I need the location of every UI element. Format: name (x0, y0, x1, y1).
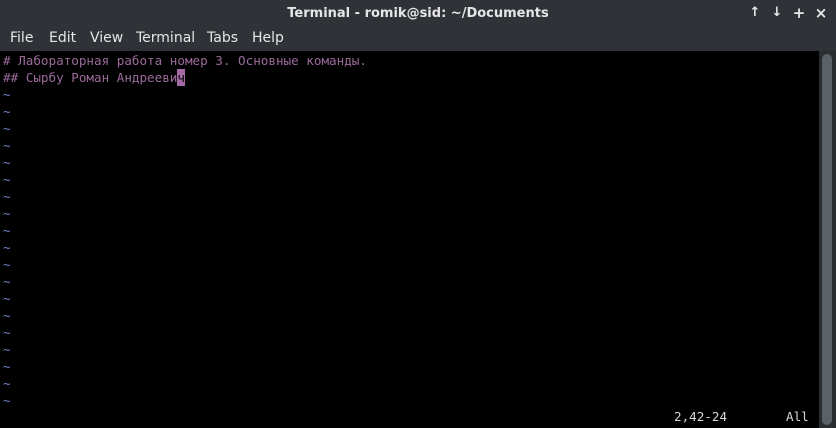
empty-line-marker: ~ (3, 138, 11, 153)
cursor-position: 2,42-24 (674, 409, 728, 424)
editor-line-1: # Лабораторная работа номер 3. Основные … (3, 52, 367, 69)
empty-line-marker: ~ (3, 121, 11, 136)
menu-terminal[interactable]: Terminal (136, 27, 195, 51)
empty-line-marker: ~ (3, 274, 11, 289)
empty-line-marker: ~ (3, 342, 11, 357)
menu-tabs[interactable]: Tabs (207, 27, 238, 51)
empty-line-marker: ~ (3, 308, 11, 323)
empty-line-marker: ~ (3, 155, 11, 170)
empty-line-marker: ~ (3, 206, 11, 221)
editor-line-1-text: # Лабораторная работа номер 3. Основные … (3, 53, 367, 68)
menu-view[interactable]: View (90, 27, 123, 51)
empty-line-marker: ~ (3, 291, 11, 306)
empty-line-marker: ~ (3, 87, 11, 102)
empty-line-marker: ~ (3, 359, 11, 374)
empty-line-marker: ~ (3, 393, 11, 408)
menu-bar: File Edit View Terminal Tabs Help (0, 27, 836, 51)
empty-line-marker: ~ (3, 325, 11, 340)
text-cursor: ч (177, 69, 185, 86)
empty-line-marker: ~ (3, 376, 11, 391)
arrow-down-icon[interactable]: ↓ (768, 4, 786, 22)
menu-edit[interactable]: Edit (49, 27, 76, 51)
window-title: Terminal - romik@sid: ~/Documents (287, 6, 549, 21)
scroll-indicator: All (786, 409, 809, 424)
empty-line-marker: ~ (3, 104, 11, 119)
menu-help[interactable]: Help (252, 27, 284, 51)
scrollbar-thumb[interactable] (822, 54, 832, 425)
empty-line-marker: ~ (3, 172, 11, 187)
title-bar[interactable]: Terminal - romik@sid: ~/Documents ↑ ↓ + … (0, 0, 836, 28)
empty-line-marker: ~ (3, 223, 11, 238)
editor-line-2: ## Сырбу Роман Андреевич (3, 69, 185, 86)
terminal-window: Terminal - romik@sid: ~/Documents ↑ ↓ + … (0, 0, 836, 428)
terminal-area[interactable]: # Лабораторная работа номер 3. Основные … (0, 51, 819, 428)
empty-line-marker: ~ (3, 240, 11, 255)
arrow-up-icon[interactable]: ↑ (746, 4, 764, 22)
menu-file[interactable]: File (10, 27, 33, 51)
empty-line-marker: ~ (3, 189, 11, 204)
maximize-icon[interactable]: + (790, 4, 808, 22)
close-icon[interactable]: × (812, 4, 830, 22)
editor-line-2-text: ## Сырбу Роман Андрееви (3, 70, 178, 85)
empty-line-marker: ~ (3, 257, 11, 272)
scrollbar[interactable] (819, 51, 836, 428)
